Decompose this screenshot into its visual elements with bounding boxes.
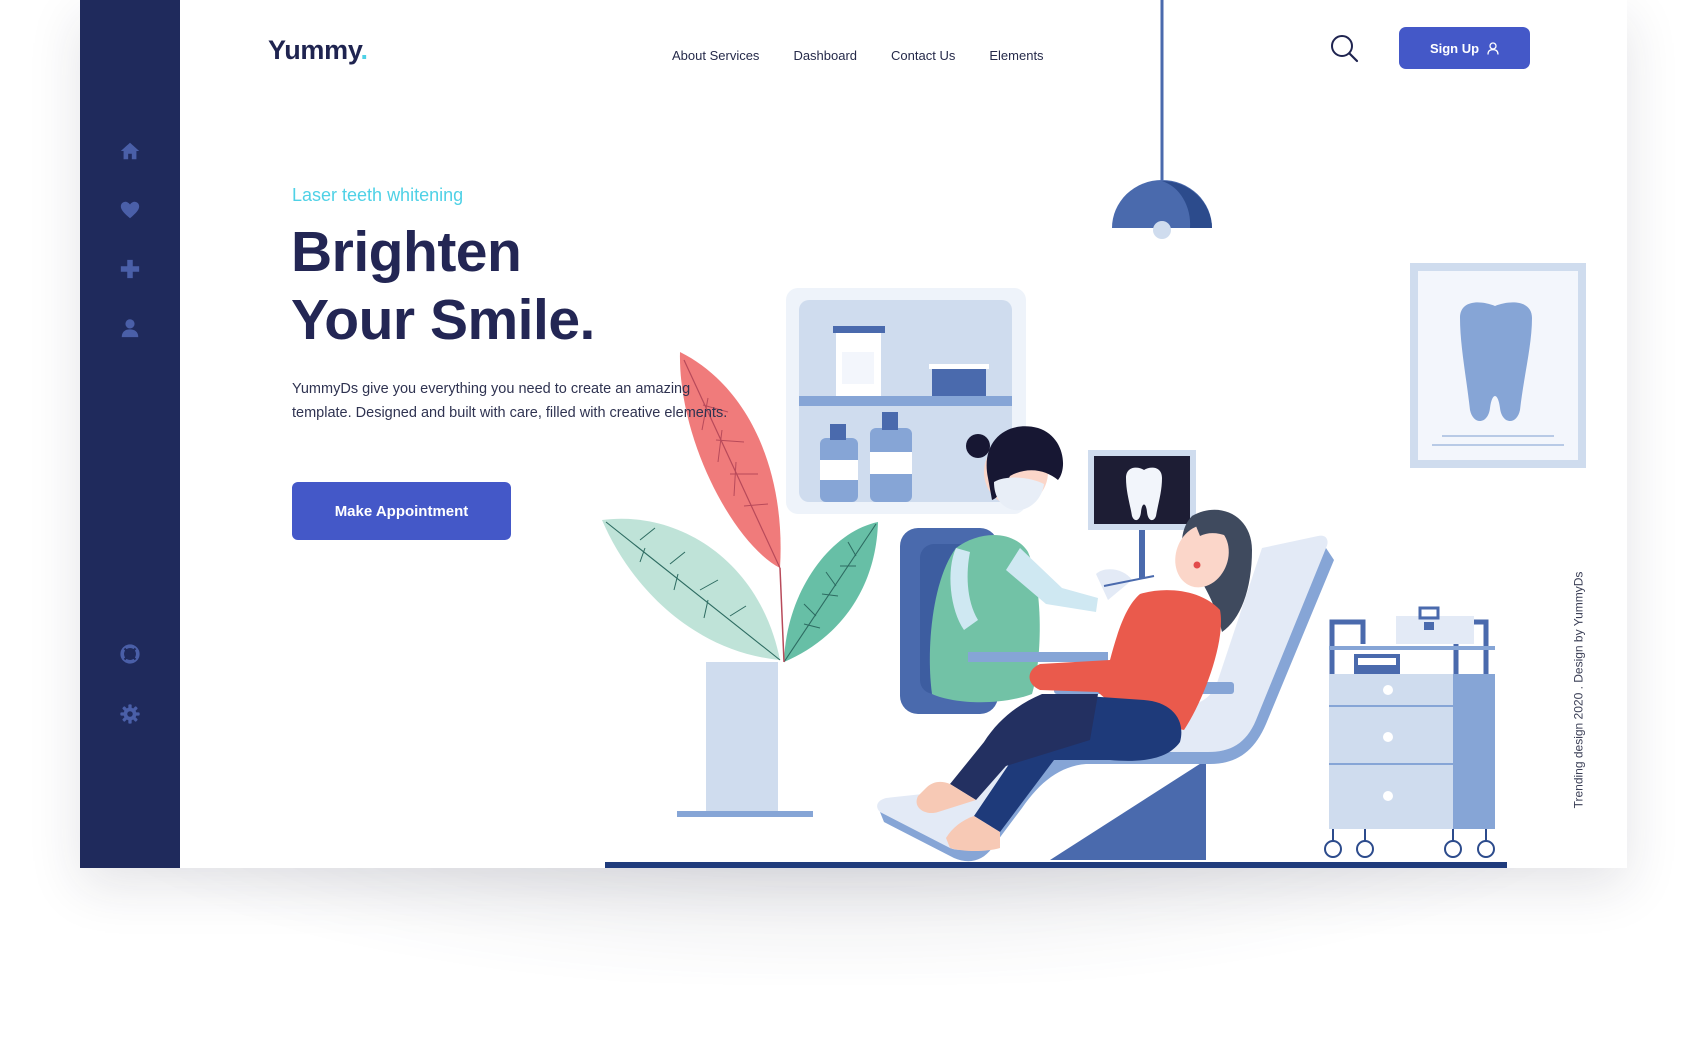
brand-logo[interactable]: Yummy.	[268, 35, 368, 66]
signup-label: Sign Up	[1429, 40, 1480, 56]
landing-page: Yummy. About Services Dashboard Contact …	[80, 0, 1627, 868]
hero-description: YummyDs give you everything you need to …	[292, 377, 762, 425]
user-icon	[1487, 41, 1499, 55]
credit-text: Trending design 2020 . Design by YummyDs	[1571, 571, 1586, 809]
brand-name: Yummy	[268, 35, 361, 65]
description-line-2: template. Designed and built with care, …	[292, 405, 728, 421]
brand-dot: .	[360, 35, 369, 65]
hero-eyebrow: Laser teeth whitening	[292, 185, 464, 205]
footer-credit: Trending design 2020 . Design by YummyDs	[1570, 570, 1586, 810]
headline-line-2: Your Smile.	[291, 288, 595, 352]
nav-contact-us[interactable]: Contact Us	[891, 48, 955, 63]
search-icon[interactable]	[1330, 34, 1360, 64]
description-line-1: YummyDs give you everything you need to …	[292, 381, 691, 397]
headline-line-1: Brighten	[291, 220, 522, 284]
dentist-illustration	[602, 0, 1586, 868]
signup-button[interactable]: Sign Up	[1399, 27, 1530, 69]
main-nav: About Services Dashboard Contact Us Elem…	[672, 48, 1044, 63]
make-appointment-button[interactable]: Make Appointment	[292, 482, 511, 540]
nav-about-services[interactable]: About Services	[672, 48, 759, 63]
nav-elements[interactable]: Elements	[989, 48, 1043, 63]
nav-dashboard[interactable]: Dashboard	[793, 48, 857, 63]
hero-headline: Brighten Your Smile.	[291, 218, 595, 354]
